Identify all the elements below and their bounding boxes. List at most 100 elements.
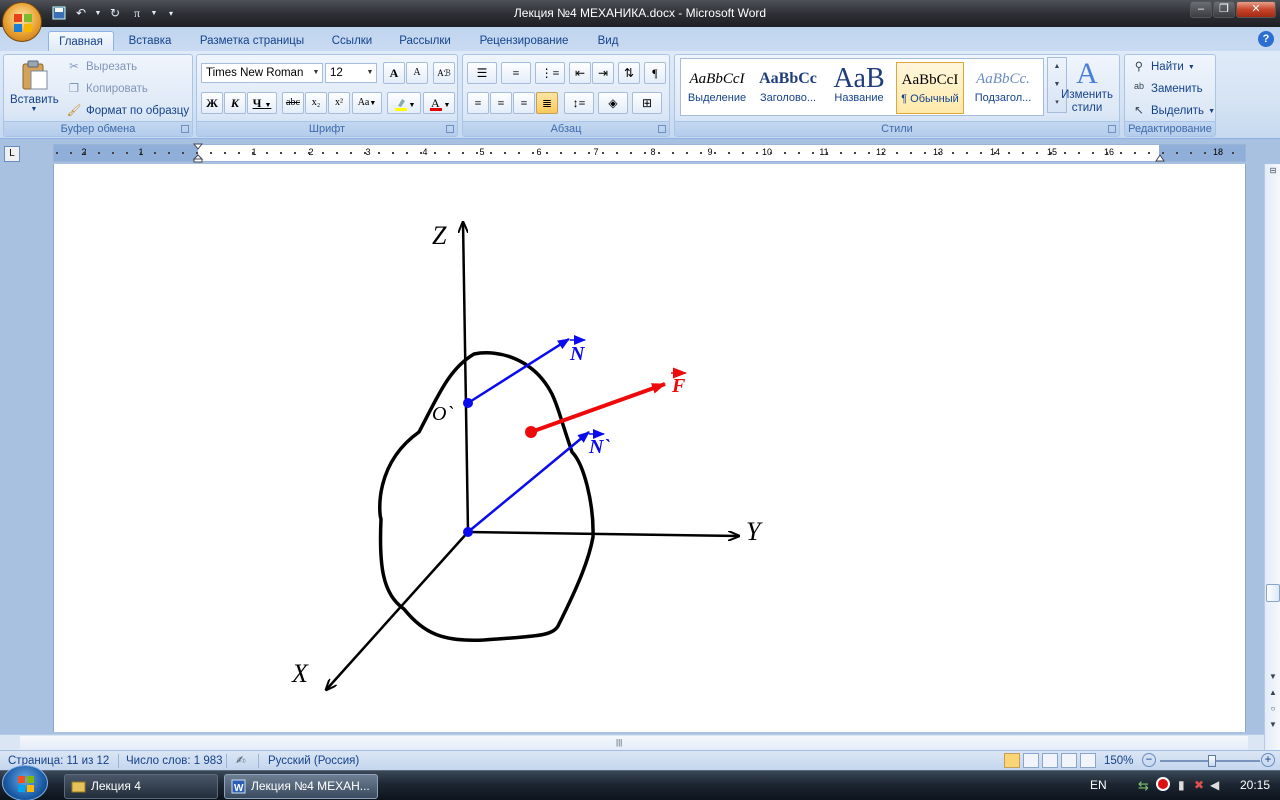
clock[interactable]: 20:15 — [1240, 778, 1270, 792]
tab-insert[interactable]: Вставка — [120, 31, 180, 51]
chevron-down-icon[interactable]: ▼ — [409, 101, 416, 109]
borders-button[interactable]: ⊞ — [632, 92, 662, 114]
prev-page-icon[interactable]: ▲ — [1266, 686, 1280, 700]
close-button[interactable]: ✕ — [1236, 1, 1276, 18]
network-icon[interactable]: ⇆ — [1138, 778, 1154, 794]
tab-references[interactable]: Ссылки — [322, 31, 382, 51]
indent-marker-icon[interactable] — [192, 143, 204, 163]
line-spacing-button[interactable]: ↕≡ — [564, 92, 594, 114]
chevron-down-icon[interactable]: ▼ — [364, 64, 376, 82]
scroll-grip-icon[interactable]: ||| — [616, 738, 622, 747]
tab-home[interactable]: Главная — [48, 31, 114, 51]
word-count[interactable]: Число слов: 1 983 — [126, 753, 223, 769]
antivirus-icon[interactable] — [1156, 777, 1170, 791]
underline-button[interactable]: Ч ▼ — [247, 92, 277, 114]
outline-view-icon[interactable] — [1061, 753, 1077, 768]
horizontal-ruler[interactable]: 211234567891011121314151618 — [53, 143, 1246, 163]
proofing-icon[interactable]: ✍ — [236, 753, 246, 769]
print-layout-view-icon[interactable] — [1004, 753, 1020, 768]
style-normal[interactable]: AaBbCcI ¶ Обычный — [896, 62, 964, 114]
paste-button[interactable]: Вставить ▼ — [10, 59, 59, 121]
strikethrough-button[interactable]: abc — [282, 92, 304, 114]
chevron-down-icon[interactable]: ▼ — [369, 99, 376, 107]
numbering-button[interactable]: ≡ — [501, 62, 531, 84]
scroll-thumb[interactable] — [1266, 584, 1280, 602]
chevron-down-icon[interactable]: ▼ — [444, 101, 451, 109]
horizontal-scroll-track[interactable] — [20, 736, 1248, 750]
right-indent-marker-icon[interactable] — [1155, 154, 1165, 163]
highlight-button[interactable]: ▼ — [387, 92, 421, 114]
chevron-down-icon[interactable]: ▼ — [264, 101, 271, 109]
input-language[interactable]: EN — [1090, 778, 1107, 792]
document-page[interactable]: Z Y X O` N F N` — [53, 164, 1246, 732]
show-marks-button[interactable]: ¶ — [644, 62, 666, 84]
subscript-button[interactable]: x₂ — [305, 92, 327, 114]
bold-button[interactable]: Ж — [201, 92, 223, 114]
office-button[interactable] — [2, 2, 42, 42]
change-case-button[interactable]: Aa▼ — [352, 92, 382, 114]
italic-button[interactable]: К — [224, 92, 246, 114]
justify-button[interactable]: ≣ — [536, 92, 558, 114]
zoom-slider-thumb[interactable] — [1208, 755, 1216, 767]
volume-icon[interactable]: ◀ — [1210, 778, 1226, 794]
cut-button[interactable]: ✂ Вырезать — [66, 57, 137, 77]
next-page-icon[interactable]: ▼ — [1266, 718, 1280, 732]
replace-button[interactable]: ab Заменить — [1131, 79, 1203, 99]
full-screen-reading-view-icon[interactable] — [1023, 753, 1039, 768]
multilevel-list-button[interactable]: ⋮≡ — [535, 62, 565, 84]
tab-view[interactable]: Вид — [590, 31, 626, 51]
notification-icon[interactable]: ✖ — [1194, 778, 1210, 794]
browse-object-icon[interactable]: ○ — [1266, 702, 1280, 716]
ruler-toggle-icon[interactable]: ⊟ — [1266, 164, 1280, 178]
safely-remove-icon[interactable]: ▮ — [1178, 778, 1194, 794]
align-right-button[interactable]: ≡ — [513, 92, 535, 114]
chevron-down-icon[interactable]: ▼ — [1208, 108, 1215, 115]
taskbar-item-folder[interactable]: Лекция 4 — [64, 774, 218, 799]
minimize-button[interactable]: – — [1190, 1, 1212, 18]
start-button[interactable] — [2, 765, 48, 800]
language-indicator[interactable]: Русский (Россия) — [268, 753, 359, 769]
tab-mailings[interactable]: Рассылки — [392, 31, 458, 51]
font-dialog-launcher[interactable] — [446, 125, 454, 133]
draft-view-icon[interactable] — [1080, 753, 1096, 768]
chevron-down-icon[interactable]: ▼ — [1188, 64, 1195, 71]
zoom-out-icon[interactable]: − — [1142, 753, 1156, 767]
maximize-button[interactable]: ❐ — [1213, 1, 1235, 18]
style-heading[interactable]: AaBbCc Заголово... — [754, 62, 822, 114]
shading-button[interactable]: ◈ — [598, 92, 628, 114]
copy-button[interactable]: ❐ Копировать — [66, 79, 148, 99]
horizontal-scrollbar[interactable]: ||| — [0, 734, 1264, 750]
tab-review[interactable]: Рецензирование — [470, 31, 578, 51]
style-emphasis[interactable]: AaBbCcI Выделение — [683, 62, 751, 114]
paragraph-dialog-launcher[interactable] — [658, 125, 666, 133]
paste-dropdown-icon[interactable]: ▼ — [10, 106, 58, 113]
sort-button[interactable]: ⇅ — [618, 62, 640, 84]
format-painter-button[interactable]: 🖌 Формат по образцу — [66, 101, 189, 121]
web-layout-view-icon[interactable] — [1042, 753, 1058, 768]
superscript-button[interactable]: x² — [328, 92, 350, 114]
zoom-in-icon[interactable]: + — [1261, 753, 1275, 767]
align-left-button[interactable]: ≡ — [467, 92, 489, 114]
increase-indent-button[interactable]: ⇥ — [592, 62, 614, 84]
zoom-level[interactable]: 150% — [1104, 753, 1133, 769]
vertical-scrollbar[interactable]: ⊟ ▼ ▲ ○ ▼ — [1264, 164, 1280, 750]
find-button[interactable]: ⚲ Найти ▼ — [1131, 57, 1195, 77]
font-name-combo[interactable]: Times New Roman ▼ — [201, 63, 323, 83]
help-icon[interactable]: ? — [1258, 31, 1274, 47]
taskbar-item-word[interactable]: W Лекция №4 МЕХАН... — [224, 774, 378, 799]
style-title[interactable]: AaB Название — [825, 62, 893, 114]
tab-page-layout[interactable]: Разметка страницы — [190, 31, 314, 51]
clear-formatting-button[interactable]: Aℬ — [433, 62, 455, 84]
bullets-button[interactable]: ☰ — [467, 62, 497, 84]
align-center-button[interactable]: ≡ — [490, 92, 512, 114]
tab-selector[interactable]: L — [4, 146, 20, 162]
style-subtitle[interactable]: AaBbCc. Подзагол... — [969, 62, 1037, 114]
clipboard-dialog-launcher[interactable] — [181, 125, 189, 133]
scroll-down-icon[interactable]: ▼ — [1266, 670, 1280, 684]
grow-font-button[interactable]: A — [383, 62, 405, 84]
shrink-font-button[interactable]: A — [406, 62, 428, 84]
decrease-indent-button[interactable]: ⇤ — [569, 62, 591, 84]
font-color-button[interactable]: A ▼ — [423, 92, 455, 114]
select-button[interactable]: ↖ Выделить ▼ — [1131, 101, 1215, 121]
chevron-down-icon[interactable]: ▼ — [310, 64, 322, 82]
